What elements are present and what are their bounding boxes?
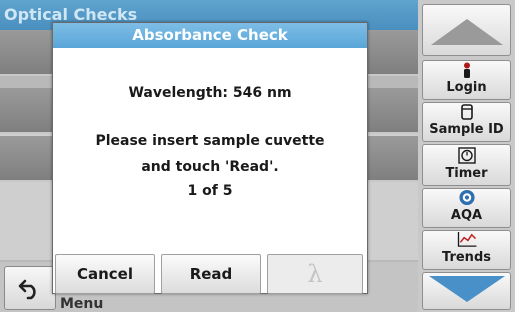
absorbance-check-dialog: Absorbance Check Wavelength: 546 nm Plea… [52,22,368,294]
menu-label[interactable]: Menu [60,296,103,312]
timer-button[interactable]: Timer [422,144,511,186]
wavelength-text: Wavelength: 546 nm [128,85,292,101]
sample-id-label: Sample ID [429,122,504,137]
login-label: Login [446,80,487,95]
undo-arrow-icon [18,279,36,300]
arrow-down-icon [428,276,505,302]
cancel-button[interactable]: Cancel [55,254,155,294]
trends-label: Trends [442,250,491,265]
aqa-button[interactable]: AQA [422,188,511,228]
wavelength-select-button[interactable]: λ [267,254,363,294]
progress-text: 1 of 5 [187,183,233,199]
timer-label: Timer [445,166,488,181]
trends-button[interactable]: Trends [422,230,511,270]
aqa-icon [458,189,475,206]
arrow-up-icon [430,19,503,45]
instruction-line-1: Please insert sample cuvette [95,133,325,149]
sample-id-button[interactable]: Sample ID [422,102,511,142]
sample-vial-icon [460,104,473,120]
sidebar: Login Sample ID Timer AQA Trends [418,0,515,312]
back-button[interactable] [4,266,56,310]
screen: Optical Checks Menu Login Sample ID Time… [0,0,515,312]
scroll-up-button[interactable] [422,4,511,56]
aqa-label: AQA [450,208,483,223]
person-icon [463,62,470,78]
timer-icon [457,147,476,164]
login-button[interactable]: Login [422,60,511,100]
dialog-title: Absorbance Check [53,23,367,48]
instruction-line-2: and touch 'Read'. [141,159,279,175]
scroll-down-button[interactable] [422,272,511,310]
trends-chart-icon [457,231,476,247]
read-button[interactable]: Read [161,254,261,294]
